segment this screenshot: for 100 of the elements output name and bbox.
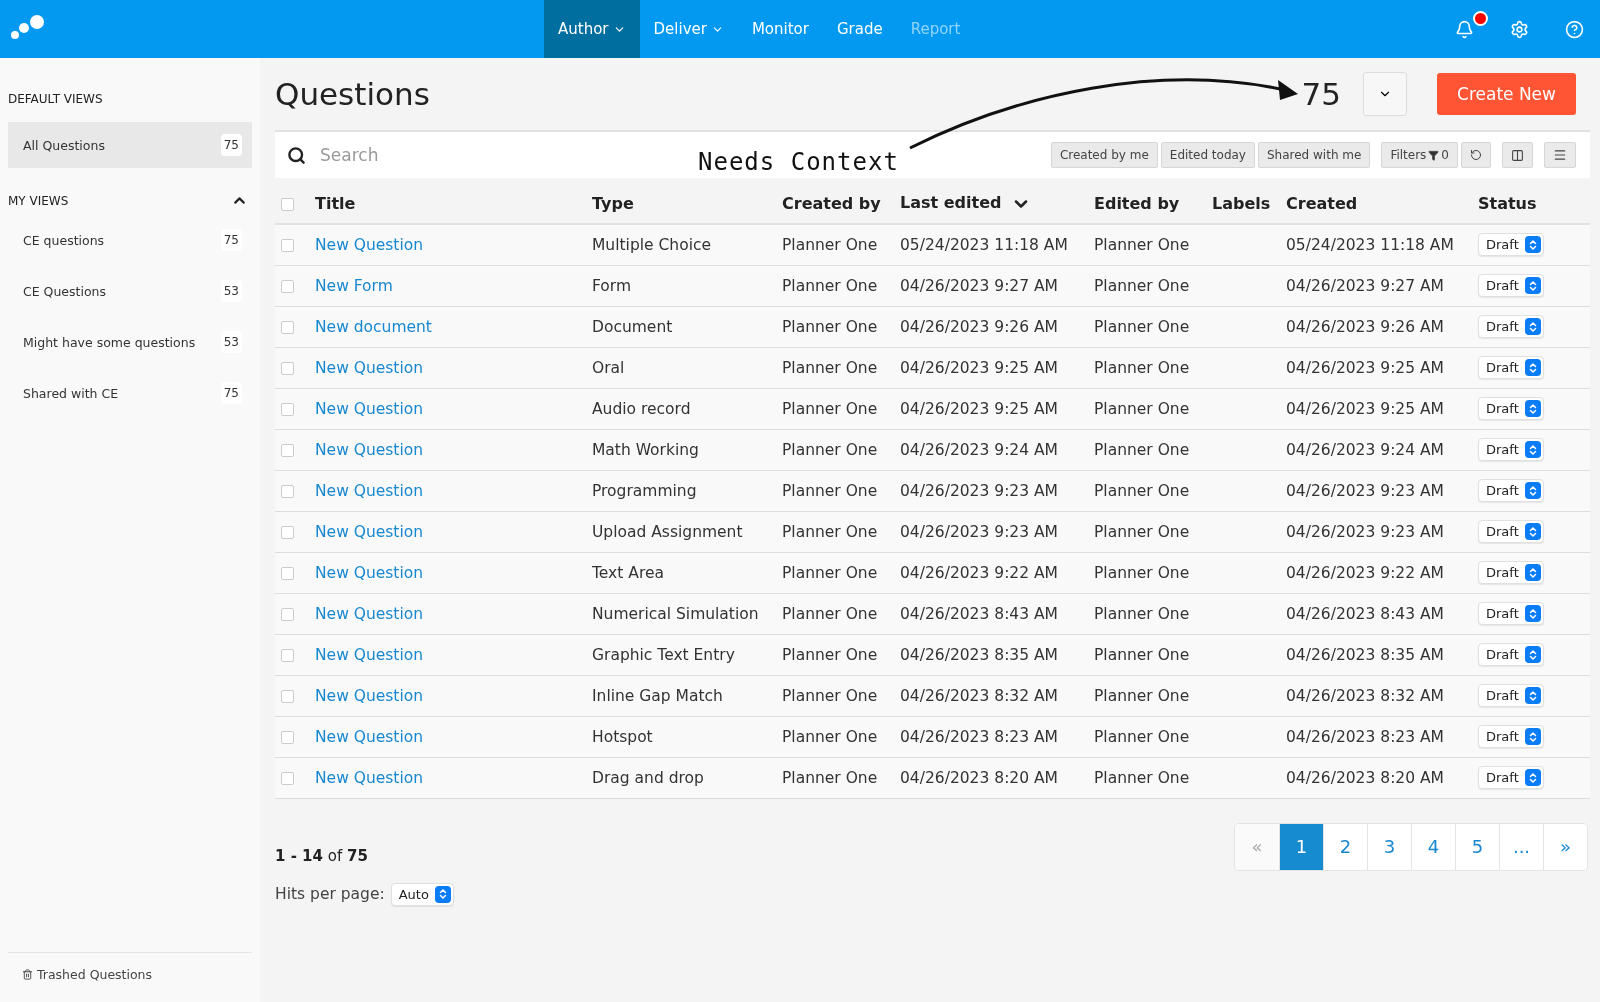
row-checkbox[interactable] — [281, 689, 294, 703]
status-select[interactable]: Draft — [1478, 397, 1544, 420]
sidebar-item[interactable]: CE Questions 53 — [8, 268, 252, 314]
spinner-icon — [1524, 605, 1541, 622]
status-select[interactable]: Draft — [1478, 438, 1544, 461]
table-cell: Upload Assignment — [586, 511, 776, 552]
status-select[interactable]: Draft — [1478, 725, 1544, 748]
sidebar-item[interactable]: Might have some questions 53 — [8, 319, 252, 365]
row-checkbox[interactable] — [281, 443, 294, 457]
help-icon[interactable] — [1565, 19, 1584, 39]
row-checkbox[interactable] — [281, 402, 294, 416]
table-cell: Programming — [586, 470, 776, 511]
page-button[interactable]: 5 — [1455, 823, 1499, 870]
question-link[interactable]: New document — [315, 317, 432, 336]
trash-link[interactable]: Trashed Questions — [8, 952, 252, 1002]
question-link[interactable]: New Question — [315, 768, 424, 787]
nav-tab[interactable]: Author — [544, 0, 640, 58]
table-cell: 04/26/2023 8:35 AM — [894, 634, 1088, 675]
question-link[interactable]: New Question — [315, 686, 424, 705]
table-cell: Planner One — [776, 388, 894, 429]
status-select[interactable]: Draft — [1478, 643, 1544, 666]
spinner-icon — [1524, 646, 1541, 663]
question-link[interactable]: New Question — [315, 358, 424, 377]
status-select[interactable]: Draft — [1478, 684, 1544, 707]
table-cell: Planner One — [776, 511, 894, 552]
table-cell: Planner One — [1088, 224, 1206, 265]
table-cell: 04/26/2023 9:22 AM — [1280, 552, 1472, 593]
section-heading: DEFAULT VIEWS — [8, 92, 104, 106]
status-select[interactable]: Draft — [1478, 274, 1544, 297]
settings-icon[interactable] — [1510, 19, 1529, 39]
question-link[interactable]: New Question — [315, 563, 424, 582]
row-checkbox[interactable] — [281, 320, 294, 334]
status-select[interactable]: Draft — [1478, 356, 1544, 379]
page-button[interactable]: 4 — [1411, 823, 1455, 870]
table-cell: Planner One — [776, 306, 894, 347]
status-select[interactable]: Draft — [1478, 520, 1544, 543]
row-checkbox[interactable] — [281, 525, 294, 539]
quick-filter-button[interactable]: Edited today — [1160, 142, 1255, 168]
page-button[interactable]: 3 — [1367, 823, 1411, 870]
spinner-icon — [1524, 564, 1541, 581]
row-checkbox[interactable] — [281, 279, 294, 293]
menu-button[interactable] — [1544, 142, 1576, 168]
status-select[interactable]: Draft — [1478, 315, 1544, 338]
hits-select[interactable]: Auto — [390, 882, 454, 906]
search-field[interactable]: Search — [318, 144, 677, 166]
page-button[interactable]: 1 — [1279, 823, 1323, 870]
quick-filter-button[interactable]: Created by me — [1050, 142, 1158, 168]
row-checkbox[interactable] — [281, 484, 294, 498]
quick-filter-button[interactable]: Shared with me — [1257, 142, 1371, 168]
table-cell: Audio record — [586, 388, 776, 429]
dropdown-button[interactable] — [1363, 72, 1407, 116]
sidebar-item[interactable]: Shared with CE 75 — [8, 370, 252, 416]
sidebar-item[interactable]: All Questions 75 — [8, 122, 252, 168]
sidebar-item[interactable]: CE questions 75 — [8, 217, 252, 263]
status-select[interactable]: Draft — [1478, 561, 1544, 584]
reset-button[interactable] — [1461, 142, 1491, 168]
table-cell: 04/26/2023 9:24 AM — [1280, 429, 1472, 470]
row-checkbox[interactable] — [281, 566, 294, 580]
row-checkbox[interactable] — [281, 361, 294, 375]
page-button[interactable]: ... — [1499, 823, 1543, 870]
spinner-icon — [1524, 277, 1541, 294]
question-link[interactable]: New Question — [315, 645, 424, 664]
table-cell: 04/26/2023 8:23 AM — [894, 716, 1088, 757]
reset-icon — [1470, 149, 1482, 161]
filters-button[interactable]: Filters 0 — [1381, 142, 1458, 168]
table-cell: 04/26/2023 8:32 AM — [894, 675, 1088, 716]
question-link[interactable]: New Question — [315, 604, 424, 623]
row-checkbox[interactable] — [281, 648, 294, 662]
status-select[interactable]: Draft — [1478, 479, 1544, 502]
row-checkbox[interactable] — [281, 730, 294, 744]
table-cell: 04/26/2023 8:35 AM — [1280, 634, 1472, 675]
question-link[interactable]: New Question — [315, 522, 424, 541]
page-button[interactable]: » — [1543, 823, 1587, 870]
table-cell: 04/26/2023 9:25 AM — [894, 388, 1088, 429]
page-button[interactable]: 2 — [1323, 823, 1367, 870]
notifications-button[interactable] — [1455, 19, 1474, 39]
status-select[interactable]: Draft — [1478, 602, 1544, 625]
status-select[interactable]: Draft — [1478, 766, 1544, 789]
table-cell: Planner One — [776, 470, 894, 511]
row-checkbox[interactable] — [281, 607, 294, 621]
table-cell: Hotspot — [586, 716, 776, 757]
question-link[interactable]: New Form — [315, 276, 393, 295]
question-link[interactable]: New Question — [315, 235, 424, 254]
question-link[interactable]: New Question — [315, 727, 424, 746]
table-cell: 04/26/2023 9:24 AM — [894, 429, 1088, 470]
view-label: Shared with CE — [23, 385, 119, 401]
search-icon — [287, 145, 306, 165]
table-cell: Planner One — [1088, 593, 1206, 634]
table-cell: Planner One — [776, 429, 894, 470]
select-all-checkbox[interactable] — [281, 198, 294, 211]
row-checkbox[interactable] — [281, 771, 294, 785]
table-cell: Math Working — [586, 429, 776, 470]
status-select[interactable]: Draft — [1478, 233, 1544, 257]
question-link[interactable]: New Question — [315, 440, 424, 459]
table-cell: 04/26/2023 8:43 AM — [1280, 593, 1472, 634]
table-cell: 04/26/2023 8:43 AM — [894, 593, 1088, 634]
question-link[interactable]: New Question — [315, 399, 424, 418]
question-link[interactable]: New Question — [315, 481, 424, 500]
row-checkbox[interactable] — [281, 238, 294, 252]
columns-button[interactable] — [1502, 142, 1533, 168]
